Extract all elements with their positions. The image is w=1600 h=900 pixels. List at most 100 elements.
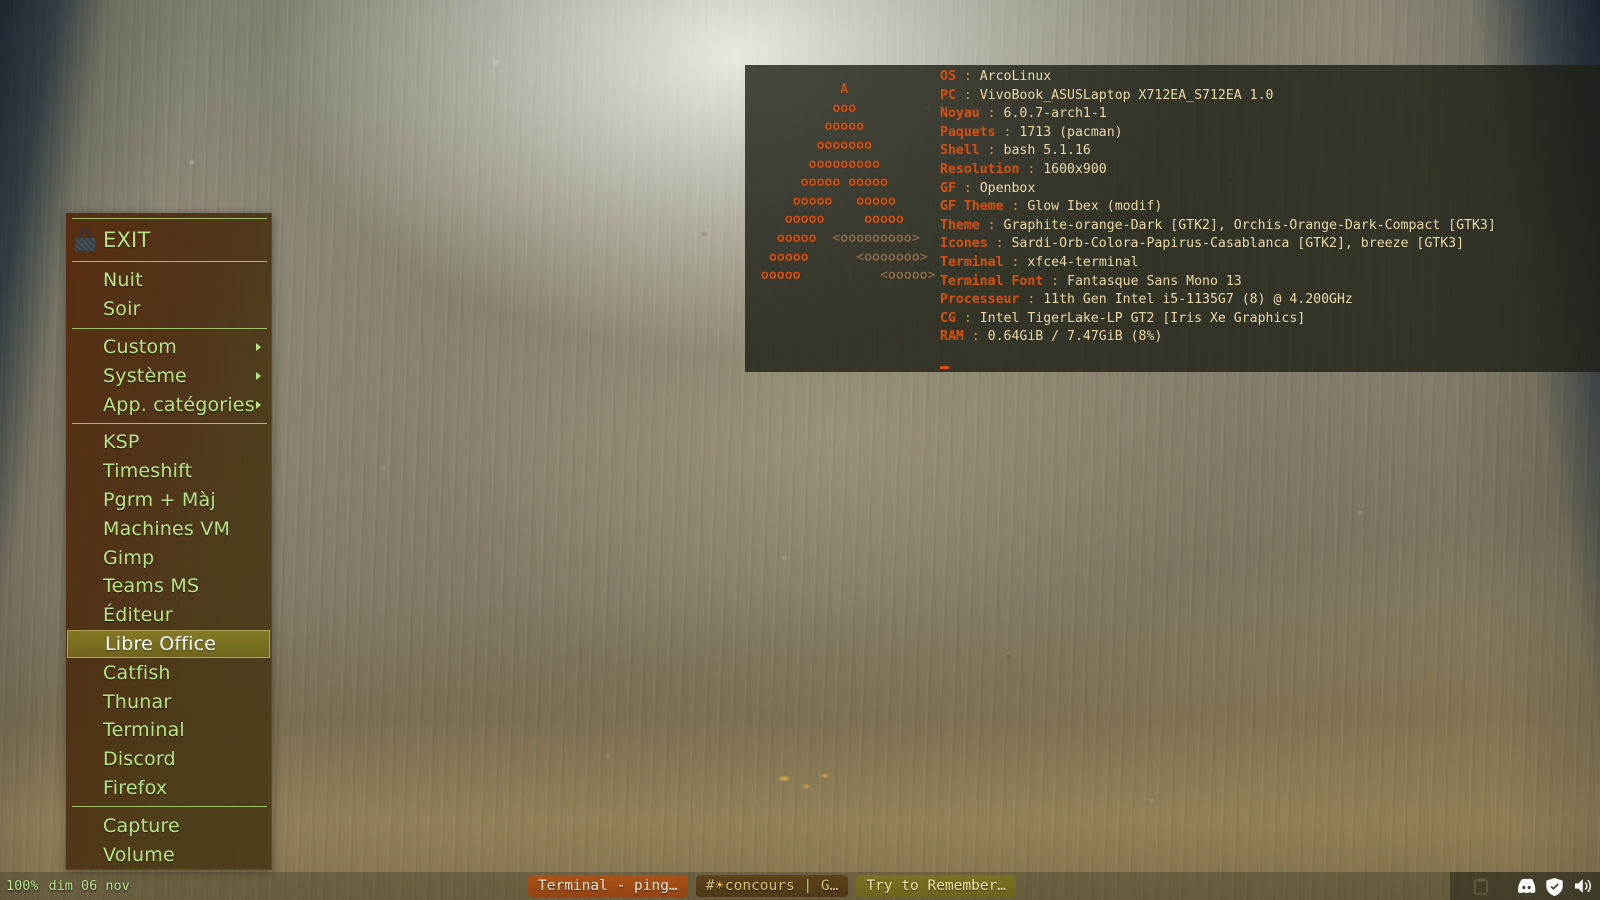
- neofetch-key: Shell: [940, 143, 980, 159]
- menu-item-ksp[interactable]: KSP: [66, 428, 271, 457]
- neofetch-value: 1600x900: [1043, 161, 1107, 177]
- neofetch-line: GF Theme : Glow Ibex (modif): [940, 198, 1496, 217]
- neofetch-line: Terminal Font : Fantasque Sans Mono 13: [940, 273, 1496, 292]
- menu-item-timeshift[interactable]: Timeshift: [66, 457, 271, 486]
- menu-item-nuit[interactable]: Nuit: [66, 266, 271, 295]
- neofetch-key: RAM: [940, 329, 964, 345]
- menu-item-machines-vm[interactable]: Machines VM: [66, 514, 271, 543]
- menu-separator: [72, 218, 267, 219]
- terminal-window[interactable]: A ooo ooooo ooooooo ooooooooo ooooo oooo…: [745, 65, 1600, 372]
- submenu-arrow-icon: [256, 400, 261, 409]
- neofetch-line: CG : Intel TigerLake-LP GT2 [Iris Xe Gra…: [940, 310, 1496, 329]
- neofetch-value: Glow Ibex (modif): [1027, 199, 1163, 215]
- neofetch-separator: :: [955, 87, 980, 103]
- neofetch-value: Intel TigerLake-LP GT2 [Iris Xe Graphics…: [979, 310, 1306, 326]
- openbox-root-menu[interactable]: EXIT Nuit Soir Custom Système App. catégories…: [66, 213, 272, 870]
- neofetch-separator: :: [1019, 292, 1044, 308]
- neofetch-separator: :: [955, 69, 980, 84]
- neofetch-key: Resolution: [940, 161, 1020, 177]
- lock-icon: [75, 229, 95, 251]
- taskbar[interactable]: 100% dim 06 nov Terminal - ping… # ☀ concou…: [0, 872, 1600, 900]
- task-button[interactable]: Terminal - ping…: [528, 875, 688, 897]
- neofetch-key: Icones: [940, 236, 988, 252]
- neofetch-value: ArcoLinux: [979, 69, 1052, 84]
- neofetch-line: Terminal : xfce4-terminal: [940, 254, 1496, 273]
- neofetch-value: 6.0.7-arch1-1: [1003, 106, 1107, 122]
- neofetch-key: Terminal: [940, 254, 1004, 270]
- menu-item-label: KSP: [103, 431, 140, 454]
- shield-check-icon[interactable]: [1546, 877, 1563, 896]
- arcolinux-ascii-logo: A ooo ooooo ooooooo ooooooooo ooooo oooo…: [760, 82, 936, 284]
- menu-item-volume[interactable]: Volume: [66, 840, 271, 869]
- neofetch-separator: :: [979, 106, 1004, 122]
- menu-item-label: Machines VM: [103, 517, 231, 540]
- menu-separator: [72, 422, 267, 424]
- menu-item-label: EXIT: [103, 228, 151, 252]
- menu-item-exit[interactable]: EXIT: [66, 223, 271, 257]
- neofetch-line: Paquets : 1713 (pacman): [940, 124, 1496, 143]
- menu-item-teams-ms[interactable]: Teams MS: [66, 572, 271, 601]
- submenu-arrow-icon: [256, 342, 261, 351]
- neofetch-value: 0.64GiB / 7.47GiB (8%): [987, 329, 1163, 345]
- menu-item-label: Volume: [103, 843, 175, 866]
- menu-item-terminal[interactable]: Terminal: [66, 716, 271, 745]
- menu-item-pgrm-m-j[interactable]: Pgrm + Màj: [66, 486, 271, 515]
- battery-indicator[interactable]: 100%: [6, 878, 39, 894]
- menu-item-syst-me[interactable]: Système: [66, 361, 271, 390]
- clipboard-icon[interactable]: [1474, 878, 1488, 895]
- menu-item-discord[interactable]: Discord: [66, 745, 271, 774]
- neofetch-key: CG: [940, 310, 956, 326]
- menu-item-capture[interactable]: Capture: [66, 811, 271, 840]
- menu-item-label: Capture: [103, 814, 180, 837]
- menu-item-firefox[interactable]: Firefox: [66, 774, 271, 803]
- menu-item-custom[interactable]: Custom: [66, 333, 271, 362]
- task-button[interactable]: # ☀ concours | G…: [695, 875, 849, 897]
- neofetch-line: Resolution : 1600x900: [940, 161, 1496, 180]
- menu-item-label: Système: [103, 364, 187, 387]
- menu-item-label: Discord: [103, 748, 176, 771]
- menu-item-label: Gimp: [103, 546, 155, 569]
- neofetch-value: Fantasque Sans Mono 13: [1067, 273, 1242, 289]
- menu-item-gimp[interactable]: Gimp: [66, 543, 271, 572]
- neofetch-separator: :: [963, 329, 988, 345]
- neofetch-value: Openbox: [979, 180, 1036, 196]
- neofetch-line: PC : VivoBook_ASUSLaptop X712EA_S712EA 1…: [940, 87, 1496, 106]
- task-button-label: Try to Remember…: [866, 878, 1007, 894]
- neofetch-separator: :: [1043, 273, 1068, 289]
- menu-item-diteur[interactable]: Éditeur: [66, 601, 271, 630]
- neofetch-value: VivoBook_ASUSLaptop X712EA_S712EA 1.0: [979, 87, 1274, 103]
- menu-item-thunar[interactable]: Thunar: [66, 687, 271, 716]
- neofetch-value: Graphite-orange-Dark [GTK2], Orchis-Oran…: [1003, 217, 1496, 233]
- wallpaper-leaf-speck: [772, 768, 834, 794]
- task-button-label-secondary: concours | G…: [724, 878, 839, 894]
- neofetch-line: Noyau : 6.0.7-arch1-1: [940, 105, 1496, 124]
- menu-item-label: Thunar: [103, 690, 172, 713]
- discord-icon[interactable]: [1517, 878, 1536, 895]
- neofetch-line: Shell : bash 5.1.16: [940, 142, 1496, 161]
- neofetch-key: GF Theme: [940, 199, 1004, 215]
- neofetch-value: 11th Gen Intel i5-1135G7 (8) @ 4.200GHz: [1043, 292, 1353, 308]
- volume-icon[interactable]: [1575, 878, 1592, 895]
- neofetch-value: xfce4-terminal: [1027, 254, 1139, 270]
- neofetch-value: bash 5.1.16: [1003, 143, 1091, 159]
- neofetch-key: Paquets: [940, 124, 996, 140]
- menu-item-label: Éditeur: [103, 604, 173, 627]
- neofetch-key: GF: [940, 180, 956, 196]
- neofetch-line: OS : ArcoLinux: [940, 68, 1496, 87]
- task-button[interactable]: Try to Remember…: [856, 875, 1017, 897]
- menu-item-catfish[interactable]: Catfish: [66, 658, 271, 687]
- task-list[interactable]: Terminal - ping… # ☀ concours | G… Try to Re…: [528, 875, 1017, 897]
- neofetch-separator: :: [979, 217, 1004, 233]
- neofetch-key: Theme: [940, 217, 980, 233]
- menu-item-app-cat-gories[interactable]: App. catégories: [66, 390, 271, 419]
- menu-item-label: App. catégories: [103, 393, 255, 416]
- system-tray[interactable]: [1517, 877, 1592, 896]
- menu-item-libre-office[interactable]: Libre Office: [67, 629, 270, 659]
- neofetch-line: RAM : 0.64GiB / 7.47GiB (8%): [940, 328, 1496, 347]
- clock[interactable]: dim 06 nov: [49, 878, 130, 894]
- neofetch-separator: :: [955, 180, 980, 196]
- menu-item-label: Catfish: [103, 661, 171, 684]
- neofetch-key: Terminal Font: [940, 273, 1044, 289]
- neofetch-separator: :: [1003, 254, 1028, 270]
- menu-item-soir[interactable]: Soir: [66, 295, 271, 324]
